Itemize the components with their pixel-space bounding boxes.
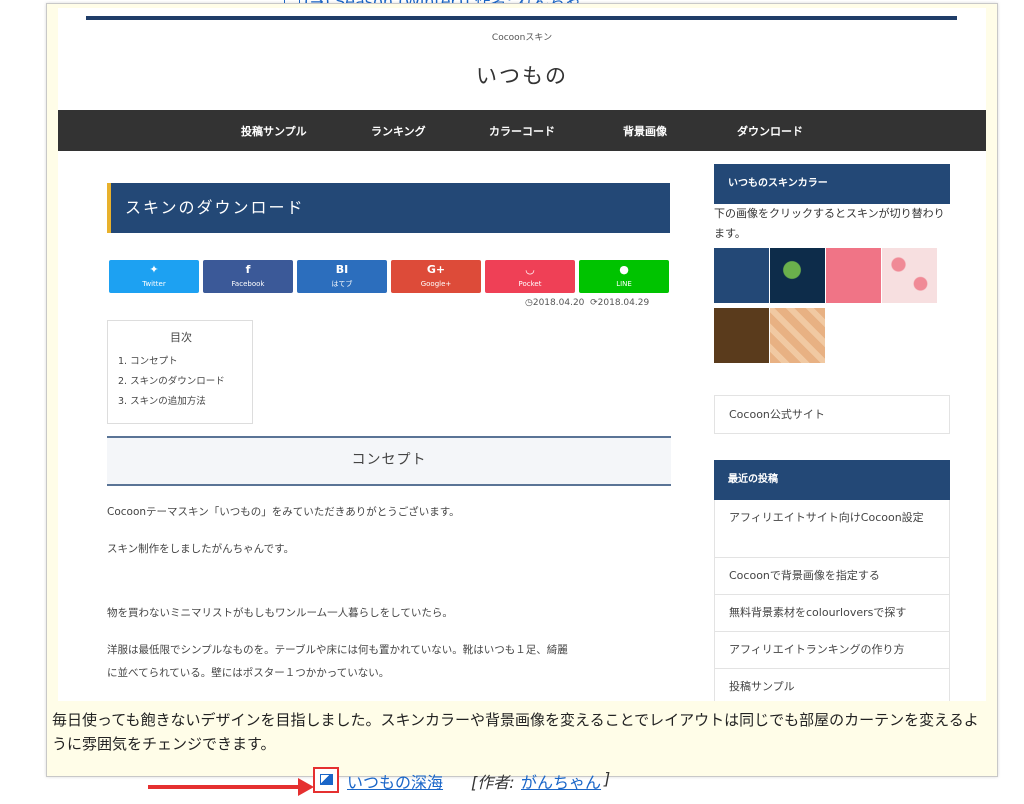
recent-post-item[interactable]: 無料背景素材をcolourloversで探す bbox=[714, 595, 950, 632]
sidebar-skin-color-desc: 下の画像をクリックするとスキンが切り替わります。 bbox=[714, 207, 945, 240]
nav-item-download[interactable]: ダウンロード bbox=[737, 123, 803, 139]
red-arrow-icon bbox=[148, 785, 300, 789]
sidebar-recent-title: 最近の投稿 bbox=[714, 460, 950, 500]
hatena-icon: BI bbox=[335, 263, 349, 276]
skin-swatch-brown[interactable] bbox=[714, 308, 769, 363]
recent-post-item[interactable]: Cocoonで背景画像を指定する bbox=[714, 558, 950, 595]
site-preview: Cocoonスキン いつもの 投稿サンプル ランキング カラーコード 背景画像 … bbox=[58, 8, 986, 701]
toc-item[interactable]: 3. スキンの追加方法 bbox=[118, 393, 206, 407]
sidebar-skin-color-title: いつものスキンカラー bbox=[714, 164, 950, 204]
table-of-contents: 目次 1. コンセプト 2. スキンのダウンロード 3. スキンの追加方法 bbox=[107, 320, 253, 424]
share-googleplus-button[interactable]: G+ Google+ bbox=[391, 260, 481, 293]
image-icon bbox=[320, 774, 333, 785]
share-pocket-button[interactable]: ◡ Pocket bbox=[485, 260, 575, 293]
skin-description: 毎日使っても飽きないデザインを目指しました。スキンカラーや背景画像を変えることで… bbox=[52, 711, 979, 753]
toc-item[interactable]: 1. コンセプト bbox=[118, 353, 178, 367]
line-icon: ● bbox=[619, 263, 629, 276]
skin-swatch-deep-sea[interactable] bbox=[770, 248, 825, 303]
nav-item-background-image[interactable]: 背景画像 bbox=[623, 123, 667, 139]
author-label: [作者: bbox=[471, 773, 515, 792]
share-label: LINE bbox=[616, 280, 632, 288]
paragraph: に並べてられている。壁にはポスター１つかかっていない。 bbox=[107, 667, 390, 679]
clock-icon: ◷ bbox=[525, 298, 533, 308]
toc-title: 目次 bbox=[170, 331, 192, 344]
share-label: Pocket bbox=[518, 280, 542, 288]
nav-item-ranking[interactable]: ランキング bbox=[371, 123, 426, 139]
skin-image-icon-highlight[interactable] bbox=[313, 767, 339, 793]
share-label: Facebook bbox=[231, 280, 265, 288]
paragraph: 洋服は最低限でシンプルなものを。テーブルや床には何も置かれていない。靴はいつも１… bbox=[107, 644, 568, 656]
date-updated: 2018.04.29 bbox=[597, 298, 650, 308]
paragraph: スキン制作をしましたがんちゃんです。 bbox=[107, 543, 295, 555]
recent-post-item[interactable]: アフィリエイトサイト向けCocoon設定 bbox=[714, 500, 950, 558]
nav-item-post-sample[interactable]: 投稿サンプル bbox=[241, 123, 307, 139]
cocoon-official-link[interactable]: Cocoon公式サイト bbox=[714, 395, 950, 434]
site-tagline: Cocoonスキン bbox=[491, 33, 553, 43]
pocket-icon: ◡ bbox=[525, 263, 535, 276]
paragraph: Cocoonテーマスキン「いつもの」をみていただきありがとうございます。 bbox=[107, 506, 460, 518]
section-heading: コンセプト bbox=[107, 436, 671, 486]
share-label: Twitter bbox=[142, 280, 166, 288]
skin-swatch-pattern[interactable] bbox=[770, 308, 825, 363]
post-dates: ◷2018.04.20 ⟳2018.04.29 bbox=[525, 298, 649, 308]
toc-item[interactable]: 2. スキンのダウンロード bbox=[118, 373, 225, 387]
skin-swatch-rose[interactable] bbox=[882, 248, 937, 303]
skin-swatch-navy[interactable] bbox=[714, 248, 769, 303]
share-twitter-button[interactable]: ✦ Twitter bbox=[109, 260, 199, 293]
header-bar bbox=[86, 16, 957, 20]
skin-name-link[interactable]: いつもの深海 bbox=[347, 769, 443, 793]
refresh-icon: ⟳ bbox=[590, 298, 598, 308]
share-line-button[interactable]: ● LINE bbox=[579, 260, 669, 293]
author-link[interactable]: がんちゃん bbox=[521, 769, 601, 793]
paragraph: 物を買わないミニマリストがもしもワンルーム一人暮らしをしていたら。 bbox=[107, 607, 453, 619]
share-hatena-button[interactable]: BI はてブ bbox=[297, 260, 387, 293]
global-nav: 投稿サンプル ランキング カラーコード 背景画像 ダウンロード bbox=[58, 110, 986, 151]
date-published: 2018.04.20 bbox=[532, 298, 585, 308]
arrow-head-icon bbox=[298, 778, 314, 796]
googleplus-icon: G+ bbox=[426, 263, 446, 276]
facebook-icon: f bbox=[245, 263, 251, 276]
author-closing-bracket: ] bbox=[604, 769, 611, 788]
share-label: はてブ bbox=[331, 280, 353, 288]
site-title[interactable]: いつもの bbox=[58, 60, 986, 90]
share-label: Google+ bbox=[420, 280, 452, 288]
recent-post-item[interactable]: アフィリエイトランキングの作り方 bbox=[714, 632, 950, 669]
post-title: スキンのダウンロード bbox=[107, 183, 670, 233]
nav-item-color-code[interactable]: カラーコード bbox=[489, 123, 555, 139]
recent-post-item[interactable]: 投稿サンプル bbox=[714, 669, 950, 701]
share-facebook-button[interactable]: f Facebook bbox=[203, 260, 293, 293]
skin-swatch-pink[interactable] bbox=[826, 248, 881, 303]
twitter-icon: ✦ bbox=[149, 263, 159, 276]
